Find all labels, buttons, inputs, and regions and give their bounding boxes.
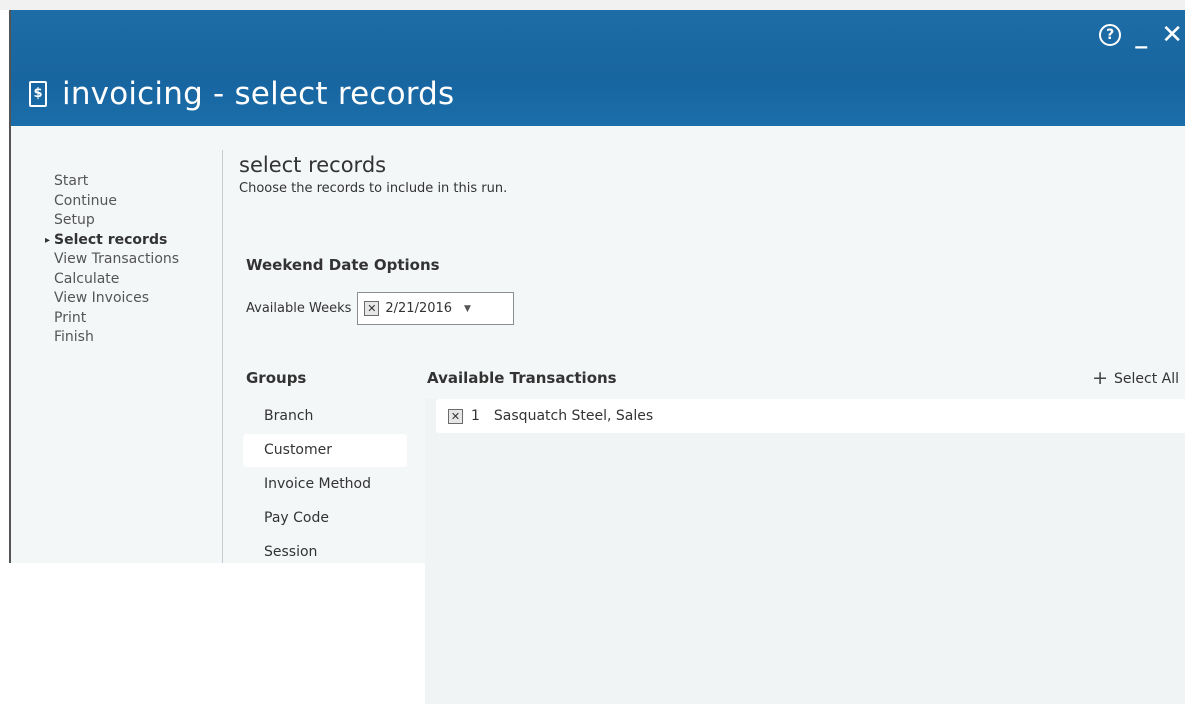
available-transactions-header: Available Transactions + Select All — [427, 369, 1179, 388]
group-item-invoice-method[interactable]: Invoice Method — [243, 468, 407, 501]
main-content: select records Choose the records to inc… — [239, 150, 1185, 704]
group-item-branch[interactable]: Branch — [243, 400, 407, 433]
wizard-steps-nav: Start Continue Setup Select records View… — [45, 172, 224, 348]
group-item-session[interactable]: Session — [243, 536, 407, 569]
groups-list: Branch Customer Invoice Method Pay Code … — [243, 400, 407, 570]
transaction-name: Sasquatch Steel, Sales — [493, 408, 654, 424]
nav-step-setup[interactable]: Setup — [54, 211, 224, 231]
available-weeks-label: Available Weeks — [246, 301, 352, 316]
remove-week-icon[interactable]: ✕ — [364, 301, 380, 316]
minimize-icon[interactable]: _ — [1135, 23, 1147, 47]
page-title: select records — [239, 153, 387, 177]
group-item-pay-code[interactable]: Pay Code — [243, 502, 407, 535]
available-transactions-panel — [425, 399, 1185, 704]
group-item-customer[interactable]: Customer — [243, 434, 407, 467]
nav-step-calculate[interactable]: Calculate — [54, 270, 224, 290]
transaction-row[interactable]: ✕ 1 Sasquatch Steel, Sales — [436, 399, 1185, 433]
available-weeks-row: Available Weeks ✕ 2/21/2016 ▼ — [246, 292, 515, 325]
available-transactions-heading: Available Transactions — [427, 369, 617, 387]
chevron-down-icon[interactable]: ▼ — [464, 304, 471, 314]
window-controls: ? _ ✕ — [1099, 22, 1183, 48]
plus-icon: + — [1092, 367, 1108, 389]
nav-step-continue[interactable]: Continue — [54, 192, 224, 212]
nav-step-view-invoices[interactable]: View Invoices — [54, 289, 224, 309]
nav-step-finish[interactable]: Finish — [54, 328, 224, 348]
nav-step-print[interactable]: Print — [54, 309, 224, 329]
page-subtitle: Choose the records to include in this ru… — [239, 181, 508, 196]
nav-step-select-records[interactable]: Select records — [45, 231, 224, 251]
help-icon[interactable]: ? — [1099, 24, 1122, 46]
background-strip — [0, 0, 1185, 10]
window-header: ? _ ✕ $ invoicing - select records — [11, 10, 1185, 126]
invoice-document-icon: $ — [29, 81, 47, 107]
nav-divider — [222, 150, 223, 563]
select-all-label: Select All — [1114, 370, 1179, 387]
weekend-date-options-heading: Weekend Date Options — [246, 256, 440, 274]
close-icon[interactable]: ✕ — [1161, 22, 1183, 48]
remove-transaction-icon[interactable]: ✕ — [448, 408, 463, 424]
transaction-count: 1 — [471, 408, 480, 424]
window-title: invoicing - select records — [62, 76, 455, 112]
groups-heading: Groups — [246, 369, 307, 387]
available-weeks-select[interactable]: ✕ 2/21/2016 ▼ — [357, 292, 515, 325]
select-all-button[interactable]: + Select All — [1092, 369, 1179, 388]
invoicing-window: ? _ ✕ $ invoicing - select records Start… — [9, 10, 1185, 704]
nav-step-start[interactable]: Start — [54, 172, 224, 192]
selected-week-value: 2/21/2016 — [385, 301, 453, 316]
nav-step-view-transactions[interactable]: View Transactions — [54, 250, 224, 270]
title-row: $ invoicing - select records — [29, 76, 454, 112]
